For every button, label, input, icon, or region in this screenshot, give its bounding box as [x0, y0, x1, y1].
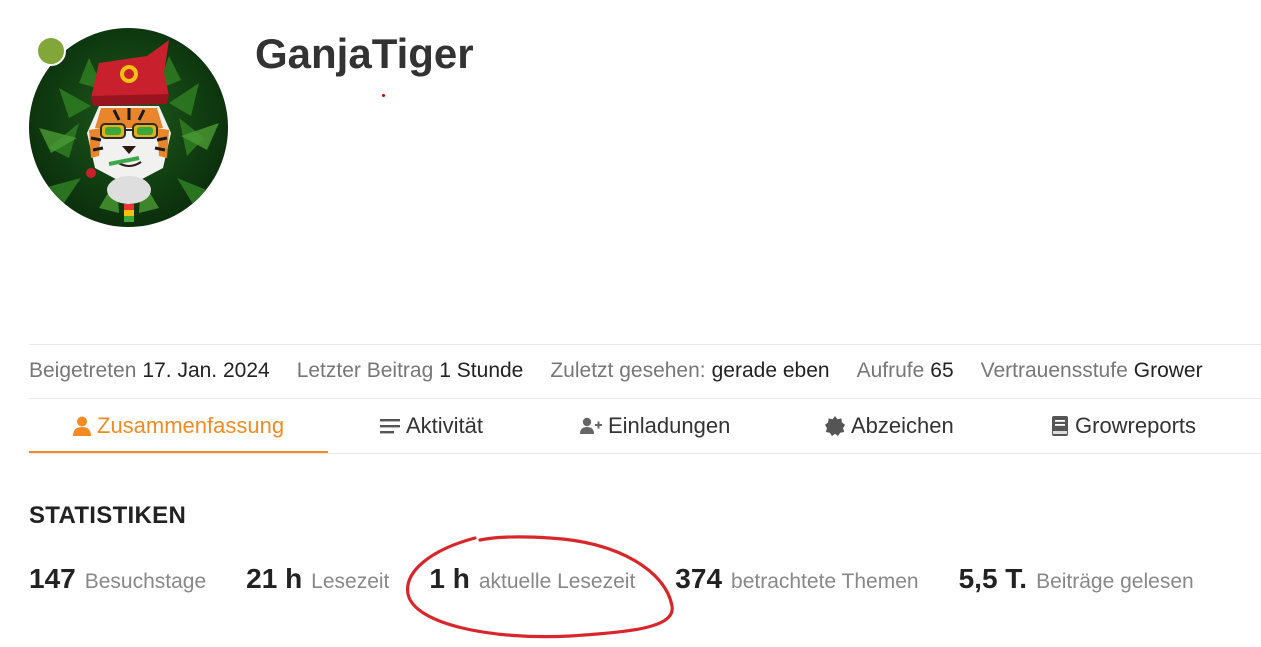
tab-invites-label: Einladungen: [608, 413, 731, 438]
meta-trust-level: Vertrauensstufe Grower: [981, 359, 1203, 383]
stat-value: 5,5 T.: [958, 563, 1028, 594]
tab-activity-label: Aktivität: [406, 413, 484, 438]
meta-last-post-value[interactable]: 1 Stunde: [439, 359, 523, 382]
badge-icon: [825, 416, 845, 436]
profile-tabs: Zusammenfassung Aktivität Einladungen Ab…: [29, 399, 1261, 454]
meta-trust-label: Vertrauensstufe: [980, 359, 1128, 382]
stat-posts-read: 5,5 T. Beiträge gelesen: [959, 563, 1194, 595]
stat-label: aktuelle Lesezeit: [478, 570, 636, 593]
meta-last-post: Letzter Beitrag 1 Stunde: [297, 359, 524, 383]
stat-value: 1 h: [429, 563, 470, 594]
stats-row: 147 Besuchstage 21 h Lesezeit 1 h aktuel…: [29, 563, 1194, 603]
tab-summary[interactable]: Zusammenfassung: [73, 399, 284, 453]
meta-last-seen: Zuletzt gesehen: gerade eben: [550, 359, 829, 383]
stat-label: Besuchstage: [84, 570, 207, 593]
stat-value: 147: [29, 563, 76, 594]
tab-activity[interactable]: Aktivität: [380, 399, 483, 453]
divider: [29, 344, 1261, 345]
list-icon: [380, 418, 400, 434]
meta-last-seen-value: gerade eben: [711, 359, 830, 382]
book-icon: [1051, 416, 1069, 436]
profile-username: GanjaTiger: [255, 30, 474, 77]
decorative-dot: [382, 94, 385, 97]
tab-summary-label: Zusammenfassung: [97, 413, 285, 438]
stat-read-time: 21 h Lesezeit: [246, 563, 389, 595]
meta-views-label: Aufrufe: [856, 359, 925, 382]
meta-joined: Beigetreten 17. Jan. 2024: [29, 359, 270, 383]
avatar-container: [29, 28, 228, 227]
user-plus-icon: [580, 417, 602, 435]
stat-value: 374: [675, 563, 723, 594]
tab-badges[interactable]: Abzeichen: [825, 399, 954, 453]
user-icon: [73, 416, 91, 436]
meta-trust-value: Grower: [1133, 359, 1203, 382]
meta-views: Aufrufe 65: [857, 359, 954, 383]
online-status-indicator: [36, 36, 66, 66]
stat-label: Beiträge gelesen: [1036, 570, 1194, 593]
tab-badges-label: Abzeichen: [851, 413, 954, 438]
tab-growreports[interactable]: Growreports: [1051, 399, 1196, 453]
stat-value: 21 h: [246, 563, 303, 594]
stat-topics-viewed: 374 betrachtete Themen: [675, 563, 918, 595]
meta-last-post-label: Letzter Beitrag: [296, 359, 434, 382]
divider: [29, 453, 1261, 454]
tab-growreports-label: Growreports: [1075, 413, 1197, 438]
stat-label: Lesezeit: [311, 570, 390, 593]
stats-heading: STATISTIKEN: [29, 502, 187, 529]
meta-views-value: 65: [930, 359, 954, 382]
meta-joined-label: Beigetreten: [29, 359, 137, 382]
meta-joined-value: 17. Jan. 2024: [142, 359, 270, 382]
stat-label: betrachtete Themen: [731, 570, 919, 593]
tab-invites[interactable]: Einladungen: [580, 399, 730, 453]
meta-last-seen-label: Zuletzt gesehen:: [550, 359, 706, 382]
stat-recent-read-time: 1 h aktuelle Lesezeit: [429, 563, 635, 595]
profile-meta-row: Beigetreten 17. Jan. 2024 Letzter Beitrag…: [29, 356, 1203, 386]
stat-visit-days: 147 Besuchstage: [29, 563, 206, 595]
